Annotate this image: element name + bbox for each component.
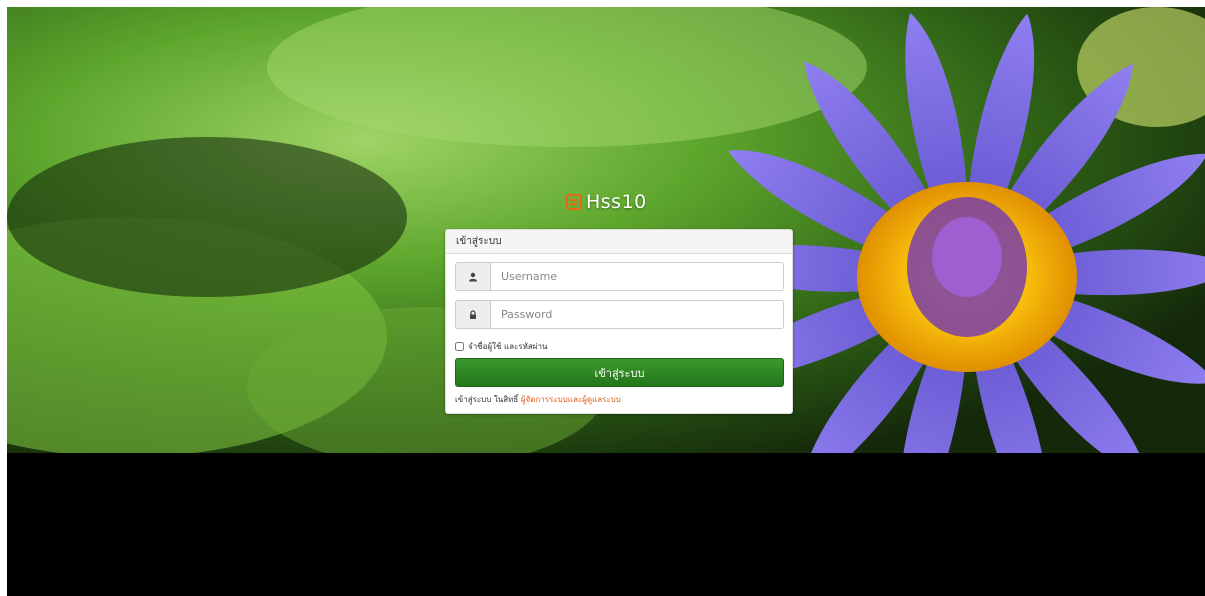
grid-logo-icon [566,194,582,210]
brand-name: Hss10 [586,191,647,213]
login-button[interactable]: เข้าสู่ระบบ [455,358,784,387]
remember-label: จำชื่อผู้ใช้ และรหัสผ่าน [468,342,548,351]
username-group [455,262,784,291]
brand: Hss10 [566,187,647,217]
password-group [455,300,784,329]
footer-text: เข้าสู่ระบบ ในสิทธิ์ [455,395,519,404]
password-input[interactable] [491,301,783,328]
remember-checkbox[interactable] [455,342,464,351]
login-panel: เข้าสู่ระบบ จำชื่อผู้ใช้ และรหัสผ่าน [445,229,793,414]
remember-me[interactable]: จำชื่อผู้ใช้ และรหัสผ่าน [455,340,547,353]
login-heading: เข้าสู่ระบบ [446,230,792,254]
bottom-black-area [7,453,1205,596]
user-icon [456,263,491,290]
login-footer: เข้าสู่ระบบ ในสิทธิ์ ผู้จัดการระบบและผู้… [455,393,621,406]
page-frame: Hss10 เข้าสู่ระบบ จำชื่อผู [7,7,1205,596]
admin-login-link[interactable]: ผู้จัดการระบบและผู้ดูแลระบบ [521,395,621,404]
username-input[interactable] [491,263,783,290]
lock-icon [456,301,491,328]
